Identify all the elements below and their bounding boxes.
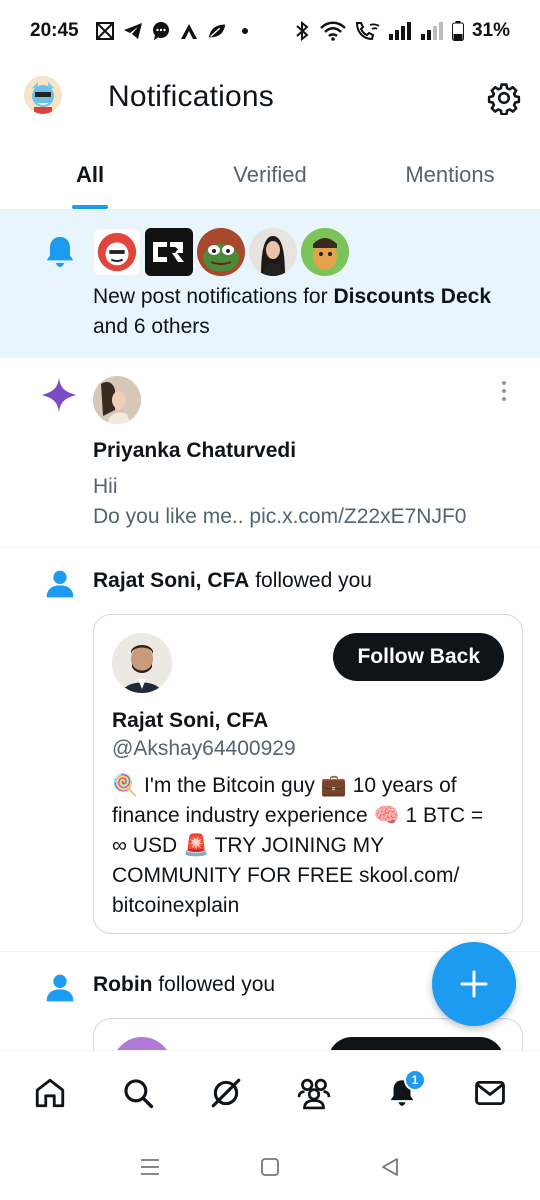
communities-icon: [297, 1078, 331, 1109]
square-icon: [261, 1158, 279, 1176]
sparkle-icon: [40, 376, 78, 419]
signal-2-icon: [420, 21, 444, 41]
more-options-button[interactable]: [492, 376, 516, 406]
notification-count-badge: 1: [404, 1068, 426, 1091]
nav-notifications[interactable]: 1: [372, 1063, 432, 1123]
post-notification-account: Discounts Deck: [333, 285, 492, 308]
avatar-cartoon[interactable]: [301, 228, 349, 276]
mail-icon: [475, 1080, 505, 1105]
home-icon: [35, 1078, 65, 1107]
app-header: Notifications: [0, 62, 540, 134]
person-icon: [44, 972, 76, 1009]
compose-post-button[interactable]: [432, 942, 516, 1026]
back-triangle-icon: [382, 1158, 398, 1176]
follower-profile-card[interactable]: Follow Back Rajat Soni, CFA @Akshay64400…: [93, 614, 523, 934]
card-handle: @Akshay64400929: [112, 737, 296, 760]
status-bar: 20:45 31%: [0, 0, 540, 62]
tab-all-label: All: [76, 161, 105, 187]
a-app-icon: [179, 21, 199, 41]
tab-mentions[interactable]: Mentions: [360, 140, 540, 209]
avatar-rajat[interactable]: [112, 633, 172, 693]
post-notification-item[interactable]: New post notifications for Discounts Dec…: [0, 210, 540, 358]
status-right: 31%: [292, 20, 510, 42]
gear-icon: [487, 83, 521, 115]
follow-notification-text: Rajat Soni, CFA followed you: [93, 566, 372, 596]
back-button[interactable]: [370, 1147, 410, 1187]
dot: [502, 381, 506, 385]
dot-icon: [235, 21, 255, 41]
follow-action: followed you: [249, 569, 372, 592]
plus-icon: [460, 970, 488, 998]
avatar-frog[interactable]: [197, 228, 245, 276]
grok-icon: [211, 1078, 241, 1107]
tab-active-indicator: [72, 205, 108, 209]
page-title: Notifications: [108, 80, 275, 113]
tab-all[interactable]: All: [0, 140, 180, 209]
follow-notification-text-2: Robin followed you: [93, 970, 275, 1000]
follow-action-2: followed you: [152, 973, 276, 996]
dot: [502, 397, 506, 401]
post-notification-text: New post notifications for Discounts Dec…: [93, 282, 513, 342]
avatar-discounts-deck[interactable]: [93, 228, 141, 276]
nav-messages[interactable]: [460, 1063, 520, 1123]
menu-icon: [141, 1159, 159, 1175]
home-system-button[interactable]: [250, 1147, 290, 1187]
nav-communities[interactable]: [284, 1063, 344, 1123]
battery-percent: 31%: [471, 20, 510, 41]
bottom-navigation: 1: [0, 1050, 540, 1134]
nav-grok[interactable]: [196, 1063, 256, 1123]
tab-verified[interactable]: Verified: [180, 140, 360, 209]
follow-back-button[interactable]: Follow Back: [333, 633, 504, 681]
settings-button[interactable]: [484, 78, 524, 118]
tab-mentions-label: Mentions: [405, 161, 495, 187]
bluetooth-icon: [292, 21, 312, 41]
nav-home[interactable]: [20, 1063, 80, 1123]
recommended-line-1: Hii: [93, 475, 118, 498]
person-icon: [44, 568, 76, 605]
recommended-author-name: Priyanka Chaturvedi: [93, 439, 297, 462]
tab-verified-label: Verified: [233, 161, 307, 187]
status-left: 20:45: [30, 20, 255, 42]
follow-notification-item[interactable]: Rajat Soni, CFA followed you Follow Back…: [0, 548, 540, 952]
wifi-call-icon: [354, 21, 380, 41]
post-notification-prefix: New post notifications for: [93, 285, 334, 308]
leaf-icon: [207, 21, 227, 41]
follower-name: Rajat Soni, CFA: [93, 569, 250, 592]
message-icon: [151, 21, 171, 41]
recents-button[interactable]: [130, 1147, 170, 1187]
search-icon: [124, 1078, 154, 1108]
card-display-name: Rajat Soni, CFA: [112, 709, 269, 732]
signal-icon: [388, 21, 412, 41]
battery-icon: [451, 21, 464, 41]
avatar-cr[interactable]: [145, 228, 193, 276]
grid-app-icon: [95, 21, 115, 41]
card-bio: 🍭 I'm the Bitcoin guy 💼 10 years of fina…: [112, 774, 484, 917]
system-navigation: [0, 1134, 540, 1200]
telegram-icon: [123, 21, 143, 41]
notification-tabs: All Verified Mentions: [0, 140, 540, 210]
dot: [502, 389, 506, 393]
recommended-line-2: Do you like me.. pic.x.com/Z22xE7NJF0: [93, 505, 467, 528]
avatar-priyanka[interactable]: [93, 376, 141, 424]
nav-search[interactable]: [108, 1063, 168, 1123]
avatar-group: [93, 228, 349, 276]
bell-icon: [40, 232, 80, 277]
recommended-post-item[interactable]: Priyanka Chaturvedi Hii Do you like me..…: [0, 358, 540, 548]
status-time: 20:45: [30, 20, 79, 41]
follower-name-2: Robin: [93, 973, 153, 996]
post-notification-suffix: and 6 others: [93, 315, 210, 338]
profile-avatar[interactable]: [24, 76, 62, 114]
avatar-woman[interactable]: [249, 228, 297, 276]
wifi-icon: [320, 21, 346, 41]
